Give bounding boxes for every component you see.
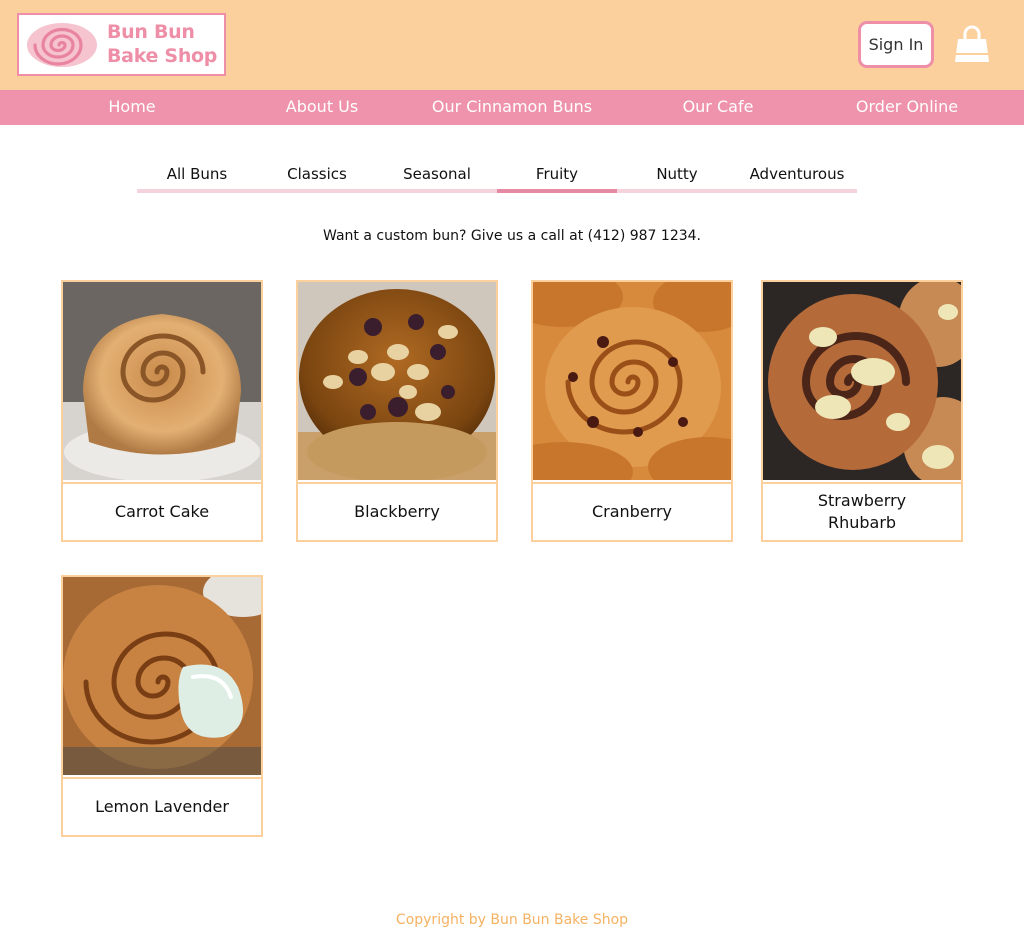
tab-classics[interactable]: Classics — [257, 160, 377, 193]
product-name: Carrot Cake — [63, 482, 261, 540]
category-tabs: All Buns Classics Seasonal Fruity Nutty … — [137, 160, 857, 194]
cinnamon-swirl-icon — [27, 23, 97, 67]
product-image — [763, 282, 961, 480]
product-card-carrot-cake[interactable]: Carrot Cake — [61, 280, 263, 542]
tab-nutty[interactable]: Nutty — [617, 160, 737, 193]
shop-logo[interactable]: Bun Bun Bake Shop — [17, 13, 226, 76]
nav-our-cinnamon-buns[interactable]: Our Cinnamon Buns — [422, 90, 602, 125]
site-header: Bun Bun Bake Shop Sign In — [0, 0, 1024, 90]
product-name: Strawberry Rhubarb — [763, 482, 961, 540]
footer-copyright: Copyright by Bun Bun Bake Shop — [395, 912, 629, 928]
product-card-cranberry[interactable]: Cranberry — [531, 280, 733, 542]
tab-all-buns[interactable]: All Buns — [137, 160, 257, 193]
nav-home[interactable]: Home — [72, 90, 192, 125]
custom-bun-promo: Want a custom bun? Give us a call at (41… — [323, 228, 701, 244]
product-image — [63, 282, 261, 480]
tab-fruity[interactable]: Fruity — [497, 160, 617, 193]
product-image — [533, 282, 731, 480]
product-name: Blackberry — [298, 482, 496, 540]
nav-order-online[interactable]: Order Online — [842, 90, 972, 125]
main-nav: Home About Us Our Cinnamon Buns Our Cafe… — [0, 90, 1024, 125]
logo-line-2: Bake Shop — [107, 45, 218, 67]
product-card-strawberry-rhubarb[interactable]: Strawberry Rhubarb — [761, 280, 963, 542]
product-card-lemon-lavender[interactable]: Lemon Lavender — [61, 575, 263, 837]
logo-wordmark: Bun Bun Bake Shop — [107, 20, 225, 68]
sign-in-button[interactable]: Sign In — [858, 21, 934, 68]
product-card-blackberry[interactable]: Blackberry — [296, 280, 498, 542]
tab-seasonal[interactable]: Seasonal — [377, 160, 497, 193]
shopping-bag-icon[interactable] — [953, 25, 991, 65]
nav-our-cafe[interactable]: Our Cafe — [658, 90, 778, 125]
product-name: Cranberry — [533, 482, 731, 540]
product-image — [63, 577, 261, 775]
product-image — [298, 282, 496, 480]
nav-about-us[interactable]: About Us — [262, 90, 382, 125]
tab-adventurous[interactable]: Adventurous — [737, 160, 857, 193]
logo-line-1: Bun Bun — [107, 21, 195, 43]
product-name: Lemon Lavender — [63, 777, 261, 835]
